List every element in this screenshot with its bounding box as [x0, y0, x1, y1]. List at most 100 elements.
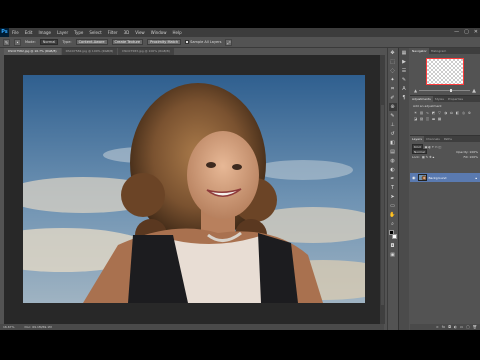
black-white-icon[interactable]: ◧ — [455, 110, 460, 115]
history-panel-icon[interactable]: ▦ — [400, 49, 409, 57]
menu-help[interactable]: Help — [169, 28, 184, 37]
eyedropper-tool-icon[interactable]: ✐ — [389, 94, 397, 102]
menu-view[interactable]: View — [132, 28, 148, 37]
posterize-icon[interactable]: ▨ — [419, 116, 424, 121]
content-aware-button[interactable]: Content-Aware — [75, 39, 108, 45]
zoom-knob[interactable] — [449, 89, 452, 92]
mode-select[interactable]: Normal — [39, 39, 59, 45]
doc-tab[interactable]: DSC07583.jpg @ 100% (RGB/8) — [118, 48, 174, 55]
add-mask-icon[interactable]: ◘ — [448, 325, 451, 329]
properties-panel-icon[interactable]: ☰ — [400, 67, 409, 75]
menu-file[interactable]: File — [9, 28, 22, 37]
doc-tab[interactable]: DSC07582.jpg @ 100% (RGB/8) — [61, 48, 118, 55]
fx-icon[interactable]: fx — [442, 325, 445, 329]
move-tool-icon[interactable]: ✥ — [389, 49, 397, 57]
hand-tool-icon[interactable]: ✋ — [389, 211, 397, 219]
history-brush-tool-icon[interactable]: ↺ — [389, 130, 397, 138]
document-image[interactable] — [23, 75, 365, 303]
invert-icon[interactable]: ◪ — [413, 116, 418, 121]
hue-sat-icon[interactable]: ◑ — [443, 110, 448, 115]
curves-icon[interactable]: ∿ — [425, 110, 430, 115]
navigator-zoom-slider[interactable]: ▲ ▲ — [414, 88, 476, 94]
menu-window[interactable]: Window — [148, 28, 170, 37]
menu-type[interactable]: Type — [71, 28, 86, 37]
color-balance-icon[interactable]: ⚖ — [449, 110, 454, 115]
crop-tool-icon[interactable]: ⌗ — [389, 85, 397, 93]
actions-panel-icon[interactable]: ▶ — [400, 58, 409, 66]
tab-histogram[interactable]: Histogram — [429, 48, 449, 54]
link-layers-icon[interactable]: ∞ — [436, 325, 439, 329]
patch-tool-icon[interactable]: ✎ — [3, 38, 10, 46]
menu-select[interactable]: Select — [86, 28, 104, 37]
canvas-area[interactable] — [4, 55, 384, 324]
blur-tool-icon[interactable]: ◍ — [389, 157, 397, 165]
lock-icons[interactable]: ▦ ✎ ✥ 🔒︎ — [422, 155, 434, 159]
eraser-tool-icon[interactable]: ◧ — [389, 139, 397, 147]
character-panel-icon[interactable]: A — [400, 85, 409, 93]
tab-paths[interactable]: Paths — [442, 136, 454, 142]
new-group-icon[interactable]: ▭ — [460, 325, 463, 329]
zoom-level[interactable]: 16.67% — [3, 325, 14, 329]
paragraph-panel-icon[interactable]: ¶ — [400, 94, 409, 102]
vibrance-icon[interactable]: ▽ — [437, 110, 442, 115]
minimize-icon[interactable]: — — [454, 29, 459, 35]
tab-navigator[interactable]: Navigator — [410, 48, 429, 54]
vertical-scrollbar[interactable] — [380, 55, 385, 324]
clone-stamp-tool-icon[interactable]: ⊥ — [389, 121, 397, 129]
tab-styles[interactable]: Styles — [433, 96, 446, 102]
zoom-in-icon[interactable]: ▲ — [472, 88, 476, 94]
new-adjustment-icon[interactable]: ◐ — [454, 325, 457, 329]
doc-tab-active[interactable]: DSC07582.jpg @ 16.7% (RGB/8) — [4, 48, 61, 55]
close-icon[interactable]: ✕ — [474, 29, 478, 35]
filter-icons[interactable]: ▣ ◐ T ▭ ◫ — [425, 145, 442, 149]
levels-icon[interactable]: ▥ — [419, 110, 424, 115]
fill-field[interactable]: Fill: 100% — [463, 155, 478, 159]
quick-mask-icon[interactable]: ◘ — [389, 242, 397, 250]
sample-all-layers-checkbox[interactable]: Sample All Layers — [185, 40, 221, 44]
path-select-tool-icon[interactable]: ➤ — [389, 193, 397, 201]
lasso-tool-icon[interactable]: ◌ — [389, 67, 397, 75]
zoom-out-icon[interactable]: ▲ — [414, 88, 417, 93]
visibility-eye-icon[interactable]: ◉ — [412, 175, 416, 180]
opacity-field[interactable]: Opacity: 100% — [456, 150, 478, 154]
zoom-track[interactable] — [419, 89, 471, 92]
menu-layer[interactable]: Layer — [54, 28, 71, 37]
exposure-icon[interactable]: ◩ — [431, 110, 436, 115]
type-tool-icon[interactable]: T — [389, 184, 397, 192]
tab-layers[interactable]: Layers — [410, 136, 424, 142]
brightness-icon[interactable]: ☀ — [413, 110, 418, 115]
menu-3d[interactable]: 3D — [121, 28, 133, 37]
shape-tool-icon[interactable]: ▭ — [389, 202, 397, 210]
photo-filter-icon[interactable]: ◎ — [461, 110, 466, 115]
color-swatches[interactable] — [388, 230, 397, 240]
navigator-preview[interactable] — [426, 58, 464, 85]
scrollbar-thumb[interactable] — [381, 105, 384, 305]
gradient-map-icon[interactable]: ▬ — [431, 116, 436, 121]
maximize-icon[interactable]: ▢ — [464, 29, 469, 35]
screen-mode-icon[interactable]: ▣ — [389, 251, 397, 259]
proximity-match-button[interactable]: Proximity Match — [147, 39, 182, 45]
brush-preset-icon[interactable]: • — [14, 38, 21, 46]
tab-adjustments[interactable]: Adjustments — [410, 96, 433, 102]
selective-color-icon[interactable]: ▩ — [437, 116, 442, 121]
channel-mixer-icon[interactable]: ⊚ — [467, 110, 472, 115]
menu-filter[interactable]: Filter — [105, 28, 121, 37]
new-layer-icon[interactable]: ▢ — [466, 325, 469, 329]
brush-panel-icon[interactable]: ✎ — [400, 76, 409, 84]
gradient-tool-icon[interactable]: ▤ — [389, 148, 397, 156]
blend-mode-select[interactable]: Normal — [412, 149, 427, 154]
menu-edit[interactable]: Edit — [22, 28, 36, 37]
patch-tool-icon[interactable]: ⊕ — [388, 103, 397, 111]
threshold-icon[interactable]: ◫ — [425, 116, 430, 121]
create-texture-button[interactable]: Create Texture — [111, 39, 144, 45]
menu-image[interactable]: Image — [35, 28, 54, 37]
dodge-tool-icon[interactable]: ◐ — [389, 166, 397, 174]
layer-row-background[interactable]: ◉ Background 🔒︎ — [410, 173, 480, 182]
tab-channels[interactable]: Channels — [424, 136, 442, 142]
brush-tool-icon[interactable]: ✎ — [389, 112, 397, 120]
zoom-tool-icon[interactable]: ⌕ — [389, 220, 397, 228]
pressure-icon[interactable]: ⤢ — [225, 38, 233, 46]
quick-select-tool-icon[interactable]: ✦ — [389, 76, 397, 84]
delete-layer-icon[interactable]: 🗑︎ — [473, 325, 477, 329]
marquee-tool-icon[interactable]: ⬚ — [389, 58, 397, 66]
